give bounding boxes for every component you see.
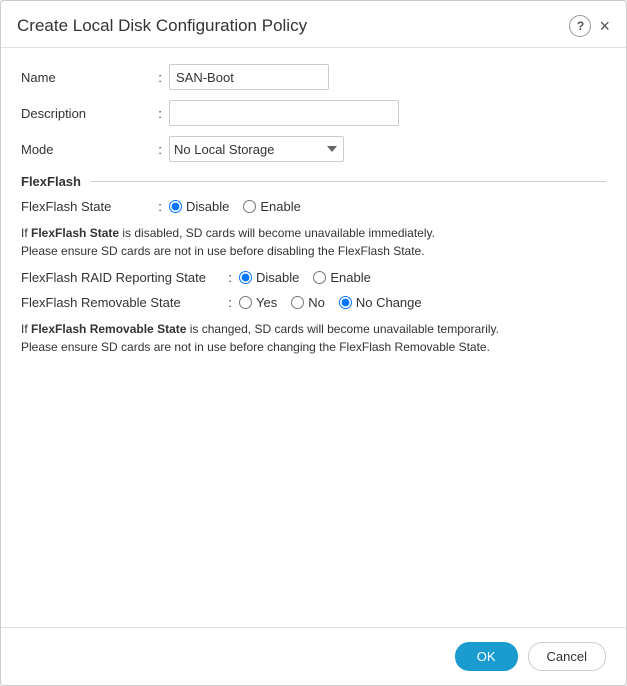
flexflash-raid-label: FlexFlash RAID Reporting State bbox=[21, 270, 221, 285]
flexflash-raid-disable-label: Disable bbox=[256, 270, 299, 285]
flexflash-state-radio-group: Disable Enable bbox=[169, 199, 606, 214]
description-colon: : bbox=[151, 106, 169, 121]
flexflash-removable-nochange-label: No Change bbox=[356, 295, 422, 310]
flexflash-state-enable-radio[interactable] bbox=[243, 200, 256, 213]
flexflash-removable-yes-label: Yes bbox=[256, 295, 277, 310]
ok-button[interactable]: OK bbox=[455, 642, 518, 671]
flexflash-raid-radio-group: Disable Enable bbox=[239, 270, 606, 285]
flexflash-state-enable-label: Enable bbox=[260, 199, 300, 214]
flexflash-removable-nochange-option[interactable]: No Change bbox=[339, 295, 422, 310]
flexflash-removable-info: If FlexFlash Removable State is changed,… bbox=[21, 320, 606, 356]
flexflash-state-colon: : bbox=[151, 199, 169, 214]
dialog-body: Name : Description : Mode : No Local Sto… bbox=[1, 48, 626, 627]
close-button[interactable]: × bbox=[599, 17, 610, 35]
flexflash-section-divider: FlexFlash bbox=[21, 174, 606, 189]
flexflash-raid-colon: : bbox=[221, 270, 239, 285]
dialog-footer: OK Cancel bbox=[1, 627, 626, 685]
flexflash-removable-yes-option[interactable]: Yes bbox=[239, 295, 277, 310]
mode-colon: : bbox=[151, 142, 169, 157]
help-button[interactable]: ? bbox=[569, 15, 591, 37]
flexflash-removable-nochange-radio[interactable] bbox=[339, 296, 352, 309]
flexflash-removable-no-option[interactable]: No bbox=[291, 295, 325, 310]
flexflash-removable-yes-radio[interactable] bbox=[239, 296, 252, 309]
flexflash-removable-no-radio[interactable] bbox=[291, 296, 304, 309]
name-input[interactable] bbox=[169, 64, 329, 90]
flexflash-removable-colon: : bbox=[221, 295, 239, 310]
flexflash-removable-row: FlexFlash Removable State : Yes No No Ch… bbox=[21, 295, 606, 310]
flexflash-state-label: FlexFlash State bbox=[21, 199, 151, 214]
flexflash-state-control: Disable Enable bbox=[169, 199, 606, 214]
flexflash-state-row: FlexFlash State : Disable Enable bbox=[21, 199, 606, 214]
description-label: Description bbox=[21, 106, 151, 121]
header-icons: ? × bbox=[569, 15, 610, 37]
description-input[interactable] bbox=[169, 100, 399, 126]
dialog-title: Create Local Disk Configuration Policy bbox=[17, 16, 307, 36]
flexflash-raid-disable-radio[interactable] bbox=[239, 271, 252, 284]
flexflash-raid-disable-option[interactable]: Disable bbox=[239, 270, 299, 285]
name-label: Name bbox=[21, 70, 151, 85]
flexflash-raid-row: FlexFlash RAID Reporting State : Disable… bbox=[21, 270, 606, 285]
flexflash-removable-radio-group: Yes No No Change bbox=[239, 295, 606, 310]
flexflash-raid-enable-label: Enable bbox=[330, 270, 370, 285]
flexflash-removable-label: FlexFlash Removable State bbox=[21, 295, 221, 310]
mode-control: No Local Storage Any Configuration RAID … bbox=[169, 136, 606, 162]
create-policy-dialog: Create Local Disk Configuration Policy ?… bbox=[0, 0, 627, 686]
name-colon: : bbox=[151, 70, 169, 85]
flexflash-state-info: If FlexFlash State is disabled, SD cards… bbox=[21, 224, 606, 260]
cancel-button[interactable]: Cancel bbox=[528, 642, 606, 671]
description-row: Description : bbox=[21, 100, 606, 126]
divider-line bbox=[91, 181, 606, 182]
dialog-header: Create Local Disk Configuration Policy ?… bbox=[1, 1, 626, 48]
flexflash-raid-enable-radio[interactable] bbox=[313, 271, 326, 284]
flexflash-removable-info-bold: FlexFlash Removable State bbox=[31, 322, 186, 336]
flexflash-raid-enable-option[interactable]: Enable bbox=[313, 270, 370, 285]
flexflash-removable-control: Yes No No Change bbox=[239, 295, 606, 310]
name-control bbox=[169, 64, 606, 90]
mode-select[interactable]: No Local Storage Any Configuration RAID … bbox=[169, 136, 344, 162]
flexflash-state-disable-label: Disable bbox=[186, 199, 229, 214]
flexflash-state-disable-radio[interactable] bbox=[169, 200, 182, 213]
flexflash-removable-no-label: No bbox=[308, 295, 325, 310]
name-row: Name : bbox=[21, 64, 606, 90]
flexflash-raid-control: Disable Enable bbox=[239, 270, 606, 285]
flexflash-section-label: FlexFlash bbox=[21, 174, 81, 189]
description-control bbox=[169, 100, 606, 126]
mode-label: Mode bbox=[21, 142, 151, 157]
flexflash-state-info-bold: FlexFlash State bbox=[31, 226, 119, 240]
flexflash-state-disable-option[interactable]: Disable bbox=[169, 199, 229, 214]
mode-row: Mode : No Local Storage Any Configuratio… bbox=[21, 136, 606, 162]
flexflash-state-enable-option[interactable]: Enable bbox=[243, 199, 300, 214]
